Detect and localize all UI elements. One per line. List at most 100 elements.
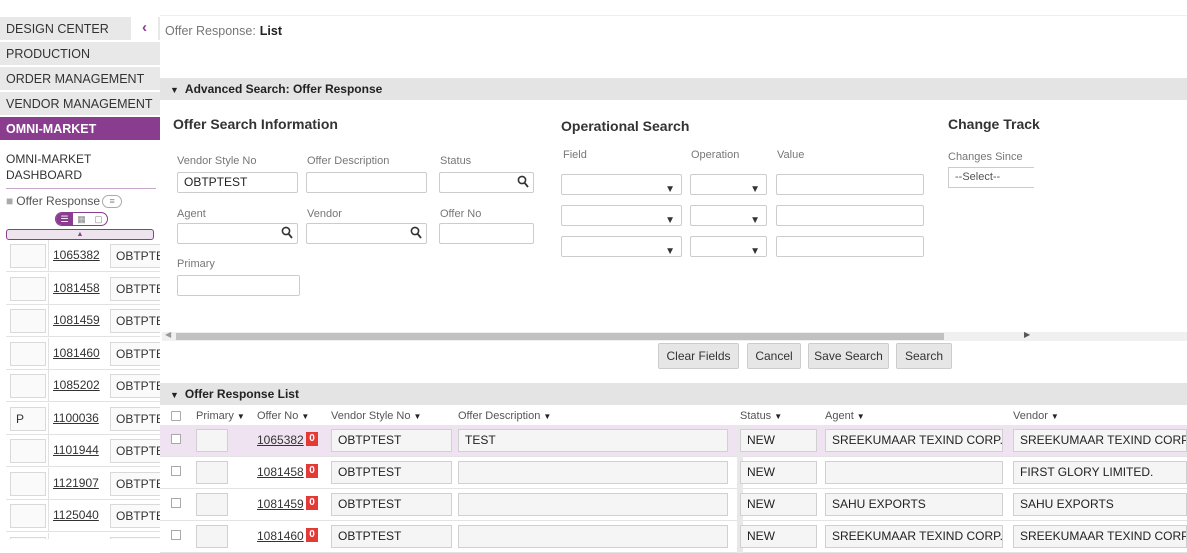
grid-view-icon[interactable]: ▦ [73,213,90,225]
clear-fields-button[interactable]: Clear Fields [658,343,739,369]
vendor-label: Vendor [307,208,342,220]
col-offer-no[interactable]: Offer No ▼ [257,410,309,422]
offer-response-link[interactable]: ■ Offer Response ≡ [6,194,123,209]
field-select-1[interactable]: ▼ [561,174,682,195]
value-input-1[interactable] [776,174,924,195]
col-status[interactable]: Status ▼ [740,410,782,422]
chevron-down-icon: ▼ [665,215,675,226]
row-checkbox[interactable] [171,466,181,476]
offer-no-link[interactable]: 1081459 [257,497,304,511]
scroll-left-icon[interactable]: ◀ [165,330,171,339]
col-vendor-style-no[interactable]: Vendor Style No ▼ [331,410,421,422]
primary-input[interactable] [177,275,300,296]
list-item[interactable]: 1081460 OBTPTEST [6,337,160,370]
list-menu-icon[interactable]: ≡ [102,195,123,209]
card-view-icon[interactable]: ▢ [90,213,107,225]
row-style: OBTPTEST [110,341,160,366]
table-row[interactable]: 1081460 0 OBTPTEST NEW SREEKUMAAR TEXIND COR… [160,521,1187,553]
collapse-sidebar-button[interactable]: ‹ [131,17,158,41]
table-row[interactable]: 1081459 0 OBTPTEST NEW SAHU EXPORTS SAHU EXPO… [160,489,1187,521]
row-flag [10,374,46,398]
list-item[interactable]: 1081458 OBTPTEST [6,272,160,305]
list-item[interactable]: 1065382 OBTPTEST [6,240,160,272]
nav-omni-market[interactable]: OMNI-MARKET [0,117,160,141]
search-icon[interactable] [517,175,529,189]
list-item[interactable]: 1085202 OBTPTEST [6,370,160,402]
col-offer-description[interactable]: Offer Description ▼ [458,410,551,422]
scroll-right-icon[interactable]: ▶ [1024,330,1030,339]
offer-number-link[interactable]: 1101944 [53,443,99,457]
col-agent[interactable]: Agent ▼ [825,410,865,422]
offer-no-link[interactable]: 1065382 [257,433,304,447]
offer-number-link[interactable]: 1121907 [53,476,99,490]
cancel-button[interactable]: Cancel [747,343,801,369]
field-select-2[interactable]: ▼ [561,205,682,226]
search-icon[interactable] [281,226,293,240]
field-select-3[interactable]: ▼ [561,236,682,257]
nav-vendor-management[interactable]: VENDOR MANAGEMENT [0,92,160,116]
operation-select-3[interactable]: ▼ [690,236,767,257]
list-view-icon[interactable]: ☰ [56,213,73,225]
select-all-checkbox[interactable] [171,411,181,421]
description-cell: TEST [458,429,728,452]
row-style: OBTPTEST [110,276,160,301]
changes-since-select[interactable]: --Select-- [948,167,1034,188]
offer-no-link[interactable]: 1081458 [257,465,304,479]
nav-production[interactable]: PRODUCTION [0,42,160,66]
notification-badge[interactable]: 0 [306,432,318,446]
vendor-style-cell: OBTPTEST [331,461,452,484]
list-item[interactable]: P 1100036 OBTPTEST [6,402,160,435]
vendor-input[interactable] [306,223,427,244]
offer-number-link[interactable]: 1065382 [53,248,100,262]
advanced-search-header[interactable]: ▼ Advanced Search: Offer Response [160,78,1187,100]
horizontal-scrollbar[interactable]: ◀ ▶ [162,330,1187,341]
list-item[interactable]: 1121907 OBTPTEST [6,467,160,500]
notification-badge[interactable]: 0 [306,464,318,478]
offer-number-link[interactable]: 1100036 [53,411,99,425]
row-checkbox[interactable] [171,434,181,444]
search-button[interactable]: Search [896,343,952,369]
tray-expand-handle[interactable]: ▲ [6,229,154,240]
status-input[interactable] [439,172,534,193]
value-input-3[interactable] [776,236,924,257]
offer-description-input[interactable] [306,172,427,193]
list-item[interactable]: 1101944 OBTPTEST [6,435,160,467]
agent-input[interactable] [177,223,298,244]
list-item[interactable]: 1125040 OBTPTEST [6,500,160,532]
notification-badge[interactable]: 0 [306,496,318,510]
search-icon[interactable] [410,226,422,240]
col-vendor[interactable]: Vendor ▼ [1013,410,1059,422]
offer-number-link[interactable]: 1125040 [53,508,99,522]
description-cell [458,525,728,548]
row-flag [10,439,46,463]
notification-badge[interactable]: 0 [306,528,318,542]
offer-number-link[interactable]: 1081460 [53,346,100,360]
offer-number-link[interactable]: 1085202 [53,378,100,392]
vendor-style-no-input[interactable]: OBTPTEST [177,172,298,193]
table-row[interactable]: 1081458 0 OBTPTEST NEW FIRST GLORY LIMITED. [160,457,1187,489]
row-flag [10,341,46,366]
offer-number-link[interactable]: 1081458 [53,281,100,295]
operation-select-1[interactable]: ▼ [690,174,767,195]
page-title: Offer Response: List [165,24,282,38]
save-search-button[interactable]: Save Search [808,343,889,369]
offer-number-link[interactable]: 1081459 [53,313,100,327]
row-checkbox[interactable] [171,498,181,508]
vendor-style-cell: OBTPTEST [331,493,452,516]
col-status-label: Status [740,410,772,422]
list-item[interactable]: 1081459 OBTPTEST [6,305,160,337]
table-row[interactable]: 1065382 0 OBTPTEST TEST NEW SREEKUMAAR TEXIND… [160,425,1187,457]
row-style: OBTPTEST [110,439,160,463]
offer-no-link[interactable]: 1081460 [257,529,304,543]
sort-icon: ▼ [543,412,552,421]
value-input-2[interactable] [776,205,924,226]
results-header[interactable]: ▼ Offer Response List [160,383,1187,405]
nav-order-management[interactable]: ORDER MANAGEMENT [0,67,160,91]
scrollbar-thumb[interactable] [176,333,944,340]
list-item[interactable]: 1125129OBTPTEST [6,532,160,539]
omni-market-dashboard-link[interactable]: OMNI-MARKET DASHBOARD [6,151,156,183]
col-primary[interactable]: Primary ▼ [196,410,245,422]
offer-no-input[interactable] [439,223,534,244]
view-toggle[interactable]: ☰ ▦ ▢ [55,212,108,226]
operation-select-2[interactable]: ▼ [690,205,767,226]
